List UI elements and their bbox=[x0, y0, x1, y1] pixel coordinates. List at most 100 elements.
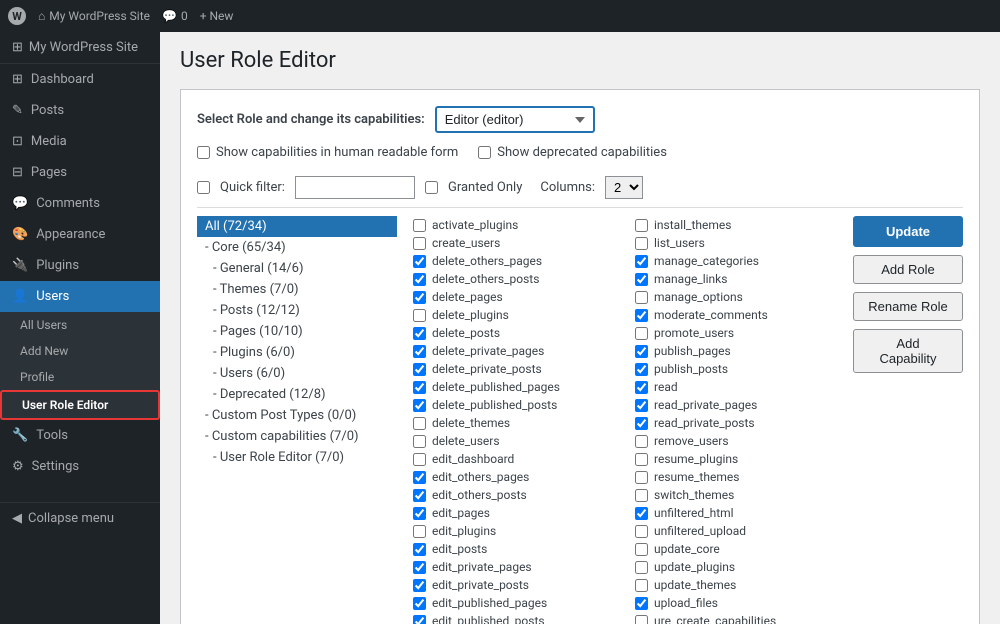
cap-checkbox-delete_published_posts[interactable] bbox=[413, 399, 426, 412]
sidebar-item-add-new[interactable]: Add New bbox=[0, 338, 160, 364]
cap-checkbox-list_users[interactable] bbox=[635, 237, 648, 250]
sidebar-item-posts[interactable]: ✎ Posts bbox=[0, 95, 160, 126]
sidebar-item-tools[interactable]: 🔧 Tools bbox=[0, 420, 160, 451]
group-item-general[interactable]: - General (14/6) bbox=[197, 258, 397, 279]
sidebar-item-user-role-editor[interactable]: User Role Editor bbox=[0, 390, 160, 420]
cap-checkbox-update_core[interactable] bbox=[635, 543, 648, 556]
group-item-plugins[interactable]: - Plugins (6/0) bbox=[197, 342, 397, 363]
cap-checkbox-edit_published_pages[interactable] bbox=[413, 597, 426, 610]
cap-checkbox-delete_plugins[interactable] bbox=[413, 309, 426, 322]
cap-checkbox-resume_themes[interactable] bbox=[635, 471, 648, 484]
show-deprecated-text: Show deprecated capabilities bbox=[497, 145, 667, 160]
new-link[interactable]: + New bbox=[200, 9, 234, 23]
cap-edit_published_pages: edit_published_pages bbox=[413, 594, 615, 612]
sidebar-item-media[interactable]: ⊡ Media bbox=[0, 126, 160, 157]
group-item-posts[interactable]: - Posts (12/12) bbox=[197, 300, 397, 321]
cap-checkbox-edit_plugins[interactable] bbox=[413, 525, 426, 538]
cap-checkbox-delete_others_pages[interactable] bbox=[413, 255, 426, 268]
comments-icon: 💬 bbox=[12, 196, 28, 211]
cap-checkbox-unfiltered_html[interactable] bbox=[635, 507, 648, 520]
sidebar-item-users[interactable]: 👤 Users bbox=[0, 281, 160, 312]
cap-checkbox-delete_published_pages[interactable] bbox=[413, 381, 426, 394]
cap-checkbox-remove_users[interactable] bbox=[635, 435, 648, 448]
sidebar-item-comments[interactable]: 💬 Comments bbox=[0, 188, 160, 219]
cap-checkbox-install_themes[interactable] bbox=[635, 219, 648, 232]
role-select[interactable]: Editor (editor) bbox=[435, 106, 595, 133]
site-name-link[interactable]: ⌂ My WordPress Site bbox=[38, 9, 150, 23]
cap-checkbox-update_plugins[interactable] bbox=[635, 561, 648, 574]
cap-edit_plugins: edit_plugins bbox=[413, 522, 615, 540]
cap-checkbox-delete_posts[interactable] bbox=[413, 327, 426, 340]
cap-checkbox-delete_private_pages[interactable] bbox=[413, 345, 426, 358]
cap-checkbox-manage_links[interactable] bbox=[635, 273, 648, 286]
group-item-pages[interactable]: - Pages (10/10) bbox=[197, 321, 397, 342]
cap-checkbox-delete_others_posts[interactable] bbox=[413, 273, 426, 286]
cap-checkbox-manage_options[interactable] bbox=[635, 291, 648, 304]
show-deprecated-label[interactable]: Show deprecated capabilities bbox=[478, 145, 667, 160]
cap-checkbox-ure_create_capabilities[interactable] bbox=[635, 615, 648, 624]
group-item-themes[interactable]: - Themes (7/0) bbox=[197, 279, 397, 300]
cap-delete_published_pages: delete_published_pages bbox=[413, 378, 615, 396]
cap-checkbox-edit_posts[interactable] bbox=[413, 543, 426, 556]
update-button[interactable]: Update bbox=[853, 216, 963, 247]
comments-link[interactable]: 💬 0 bbox=[162, 9, 188, 23]
add-role-button[interactable]: Add Role bbox=[853, 255, 963, 284]
collapse-menu-button[interactable]: ◀ Collapse menu bbox=[0, 502, 160, 534]
cap-checkbox-publish_pages[interactable] bbox=[635, 345, 648, 358]
cap-checkbox-edit_private_pages[interactable] bbox=[413, 561, 426, 574]
cap-checkbox-read[interactable] bbox=[635, 381, 648, 394]
sidebar-item-plugins[interactable]: 🔌 Plugins bbox=[0, 250, 160, 281]
cap-checkbox-unfiltered_upload[interactable] bbox=[635, 525, 648, 538]
cap-checkbox-update_themes[interactable] bbox=[635, 579, 648, 592]
cap-checkbox-delete_users[interactable] bbox=[413, 435, 426, 448]
cap-checkbox-delete_themes[interactable] bbox=[413, 417, 426, 430]
sidebar-item-pages[interactable]: ⊟ Pages bbox=[0, 157, 160, 188]
cap-checkbox-promote_users[interactable] bbox=[635, 327, 648, 340]
columns-label: Columns: bbox=[540, 180, 595, 195]
group-item-ure[interactable]: - User Role Editor (7/0) bbox=[197, 447, 397, 468]
cap-checkbox-edit_dashboard[interactable] bbox=[413, 453, 426, 466]
cap-promote_users: promote_users bbox=[635, 324, 837, 342]
cap-checkbox-edit_private_posts[interactable] bbox=[413, 579, 426, 592]
cap-checkbox-moderate_comments[interactable] bbox=[635, 309, 648, 322]
group-item-all[interactable]: All (72/34) bbox=[197, 216, 397, 237]
cap-checkbox-edit_others_posts[interactable] bbox=[413, 489, 426, 502]
rename-role-button[interactable]: Rename Role bbox=[853, 292, 963, 321]
cap-checkbox-delete_private_posts[interactable] bbox=[413, 363, 426, 376]
cap-checkbox-read_private_pages[interactable] bbox=[635, 399, 648, 412]
quick-filter-input[interactable] bbox=[295, 176, 415, 199]
cap-checkbox-manage_categories[interactable] bbox=[635, 255, 648, 268]
cap-checkbox-edit_pages[interactable] bbox=[413, 507, 426, 520]
group-item-users[interactable]: - Users (6/0) bbox=[197, 363, 397, 384]
cap-checkbox-upload_files[interactable] bbox=[635, 597, 648, 610]
cap-checkbox-create_users[interactable] bbox=[413, 237, 426, 250]
app-body: ⊞ My WordPress Site ⊞ Dashboard ✎ Posts … bbox=[0, 32, 1000, 624]
granted-only-checkbox[interactable] bbox=[425, 181, 438, 194]
group-item-custom-caps[interactable]: - Custom capabilities (7/0) bbox=[197, 426, 397, 447]
sidebar-item-all-users[interactable]: All Users bbox=[0, 312, 160, 338]
cap-checkbox-switch_themes[interactable] bbox=[635, 489, 648, 502]
cap-checkbox-edit_published_posts[interactable] bbox=[413, 615, 426, 624]
wp-logo-link[interactable]: W bbox=[8, 7, 26, 25]
show-human-checkbox[interactable] bbox=[197, 146, 210, 159]
cap-checkbox-resume_plugins[interactable] bbox=[635, 453, 648, 466]
columns-select[interactable]: 2 3 bbox=[605, 176, 643, 199]
sidebar-item-appearance[interactable]: 🎨 Appearance bbox=[0, 219, 160, 250]
select-role-row: Select Role and change its capabilities:… bbox=[197, 106, 963, 133]
cap-checkbox-read_private_posts[interactable] bbox=[635, 417, 648, 430]
select-all-checkbox[interactable] bbox=[197, 181, 210, 194]
sidebar-item-profile[interactable]: Profile bbox=[0, 364, 160, 390]
sidebar-item-dashboard[interactable]: ⊞ Dashboard bbox=[0, 64, 160, 95]
sidebar-item-settings[interactable]: ⚙ Settings bbox=[0, 451, 160, 482]
cap-checkbox-delete_pages[interactable] bbox=[413, 291, 426, 304]
cap-checkbox-publish_posts[interactable] bbox=[635, 363, 648, 376]
cap-checkbox-edit_others_pages[interactable] bbox=[413, 471, 426, 484]
group-item-deprecated[interactable]: - Deprecated (12/8) bbox=[197, 384, 397, 405]
group-item-custom-post[interactable]: - Custom Post Types (0/0) bbox=[197, 405, 397, 426]
users-icon: 👤 bbox=[12, 289, 28, 304]
show-deprecated-checkbox[interactable] bbox=[478, 146, 491, 159]
add-capability-button[interactable]: Add Capability bbox=[853, 329, 963, 373]
cap-checkbox-activate_plugins[interactable] bbox=[413, 219, 426, 232]
show-human-label[interactable]: Show capabilities in human readable form bbox=[197, 145, 458, 160]
group-item-core[interactable]: - Core (65/34) bbox=[197, 237, 397, 258]
